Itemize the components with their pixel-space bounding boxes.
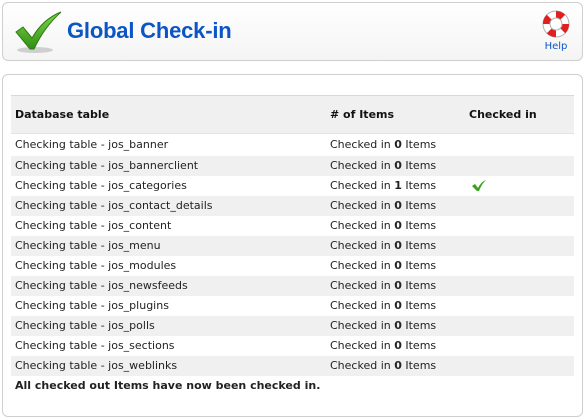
- count-prefix: Checked in: [330, 138, 395, 152]
- count-value: 0: [394, 319, 402, 332]
- checked-in-cell: [465, 235, 574, 256]
- checked-in-cell: [465, 295, 574, 316]
- table-name-cell: Checking table - jos_sections: [11, 335, 326, 356]
- item-count-cell: Checked in 0 Items: [326, 355, 465, 376]
- completion-message: All checked out Items have now been chec…: [11, 375, 574, 396]
- table-row: Checking table - jos_modules Checked in 0…: [11, 255, 574, 276]
- table-name-cell: Checking table - jos_banner: [11, 133, 326, 156]
- item-count-cell: Checked in 0 Items: [326, 335, 465, 356]
- table-row: Checking table - jos_banner Checked in 0 …: [11, 133, 574, 156]
- table-name-cell: Checking table - jos_content: [11, 215, 326, 236]
- table-name-cell: Checking table - jos_modules: [11, 255, 326, 276]
- checkmark-icon: [472, 180, 486, 192]
- table-row: Checking table - jos_categories Checked i…: [11, 175, 574, 196]
- item-count-cell: Checked in 1 Items: [326, 175, 465, 196]
- table-row: Checking table - jos_bannerclient Checked…: [11, 155, 574, 176]
- table-row: Checking table - jos_content Checked in 0…: [11, 215, 574, 236]
- count-suffix: Items: [401, 259, 437, 272]
- checked-in-cell: [465, 175, 574, 196]
- help-label[interactable]: Help: [536, 41, 576, 52]
- column-header-database-table: Database table: [11, 95, 326, 134]
- checked-in-cell: [465, 275, 574, 296]
- count-value: 0: [394, 138, 402, 152]
- table-name-cell: Checking table - jos_categories: [11, 175, 326, 196]
- table-header-row: Database table # of Items Checked in: [11, 95, 574, 134]
- count-value: 0: [394, 259, 402, 272]
- table-row: Checking table - jos_menu Checked in 0 It…: [11, 235, 574, 256]
- count-suffix: Items: [401, 179, 437, 192]
- checked-in-cell: [465, 315, 574, 336]
- item-count-cell: Checked in 0 Items: [326, 255, 465, 276]
- count-prefix: Checked in: [330, 299, 395, 312]
- item-count-cell: Checked in 0 Items: [326, 215, 465, 236]
- count-value: 0: [394, 239, 402, 252]
- count-value: 0: [394, 339, 402, 352]
- checked-in-cell: [465, 335, 574, 356]
- count-suffix: Items: [401, 359, 437, 372]
- count-suffix: Items: [401, 138, 437, 152]
- table-row: Checking table - jos_contact_details Chec…: [11, 195, 574, 216]
- table-footer-row: All checked out Items have now been chec…: [11, 375, 574, 396]
- item-count-cell: Checked in 0 Items: [326, 295, 465, 316]
- checked-in-cell: [465, 255, 574, 276]
- item-count-cell: Checked in 0 Items: [326, 315, 465, 336]
- table-row: Checking table - jos_weblinks Checked in …: [11, 355, 574, 376]
- table-name-cell: Checking table - jos_weblinks: [11, 355, 326, 376]
- checked-in-cell: [465, 195, 574, 216]
- count-suffix: Items: [401, 159, 437, 172]
- count-prefix: Checked in: [330, 259, 395, 272]
- table-name-cell: Checking table - jos_contact_details: [11, 195, 326, 216]
- checked-in-cell: [465, 155, 574, 176]
- count-prefix: Checked in: [330, 219, 395, 232]
- count-prefix: Checked in: [330, 159, 395, 172]
- count-suffix: Items: [401, 339, 437, 352]
- table-name-cell: Checking table - jos_bannerclient: [11, 155, 326, 176]
- checked-in-cell: [465, 133, 574, 156]
- count-value: 0: [394, 359, 402, 372]
- count-value: 0: [394, 299, 402, 312]
- column-header-checked-in: Checked in: [465, 95, 574, 134]
- count-prefix: Checked in: [330, 279, 395, 292]
- table-name-cell: Checking table - jos_polls: [11, 315, 326, 336]
- item-count-cell: Checked in 0 Items: [326, 235, 465, 256]
- count-prefix: Checked in: [330, 319, 395, 332]
- checked-in-cell: [465, 355, 574, 376]
- count-suffix: Items: [401, 299, 437, 312]
- item-count-cell: Checked in 0 Items: [326, 275, 465, 296]
- item-count-cell: Checked in 0 Items: [326, 195, 465, 216]
- count-suffix: Items: [401, 219, 437, 232]
- count-suffix: Items: [401, 279, 437, 292]
- lifebuoy-icon: [542, 10, 570, 38]
- item-count-cell: Checked in 0 Items: [326, 155, 465, 176]
- checked-in-cell: [465, 215, 574, 236]
- count-prefix: Checked in: [330, 199, 395, 212]
- help-button[interactable]: Help: [536, 9, 576, 59]
- count-suffix: Items: [401, 239, 437, 252]
- table-row: Checking table - jos_plugins Checked in 0…: [11, 295, 574, 316]
- count-value: 0: [394, 219, 402, 232]
- table-name-cell: Checking table - jos_plugins: [11, 295, 326, 316]
- table-name-cell: Checking table - jos_newsfeeds: [11, 275, 326, 296]
- table-row: Checking table - jos_newsfeeds Checked in…: [11, 275, 574, 296]
- count-suffix: Items: [401, 199, 437, 212]
- item-count-cell: Checked in 0 Items: [326, 133, 465, 156]
- page-title: Global Check-in: [67, 18, 232, 43]
- count-suffix: Items: [401, 319, 437, 332]
- column-header-item-count: # of Items: [326, 95, 465, 134]
- table-name-cell: Checking table - jos_menu: [11, 235, 326, 256]
- table-row: Checking table - jos_polls Checked in 0 I…: [11, 315, 574, 336]
- count-value: 0: [394, 279, 402, 292]
- table-row: Checking table - jos_sections Checked in …: [11, 335, 574, 356]
- count-prefix: Checked in: [330, 239, 395, 252]
- toolbar-header: Global Check-in Help: [2, 2, 583, 61]
- checkin-table: Database table # of Items Checked in Che…: [11, 95, 574, 396]
- count-prefix: Checked in: [330, 359, 395, 372]
- content-panel: Database table # of Items Checked in Che…: [2, 74, 583, 417]
- count-value: 0: [394, 199, 402, 212]
- count-prefix: Checked in: [330, 339, 395, 352]
- count-prefix: Checked in: [330, 179, 395, 192]
- checkmark-icon: [15, 11, 62, 53]
- count-value: 1: [394, 179, 402, 192]
- count-value: 0: [394, 159, 402, 172]
